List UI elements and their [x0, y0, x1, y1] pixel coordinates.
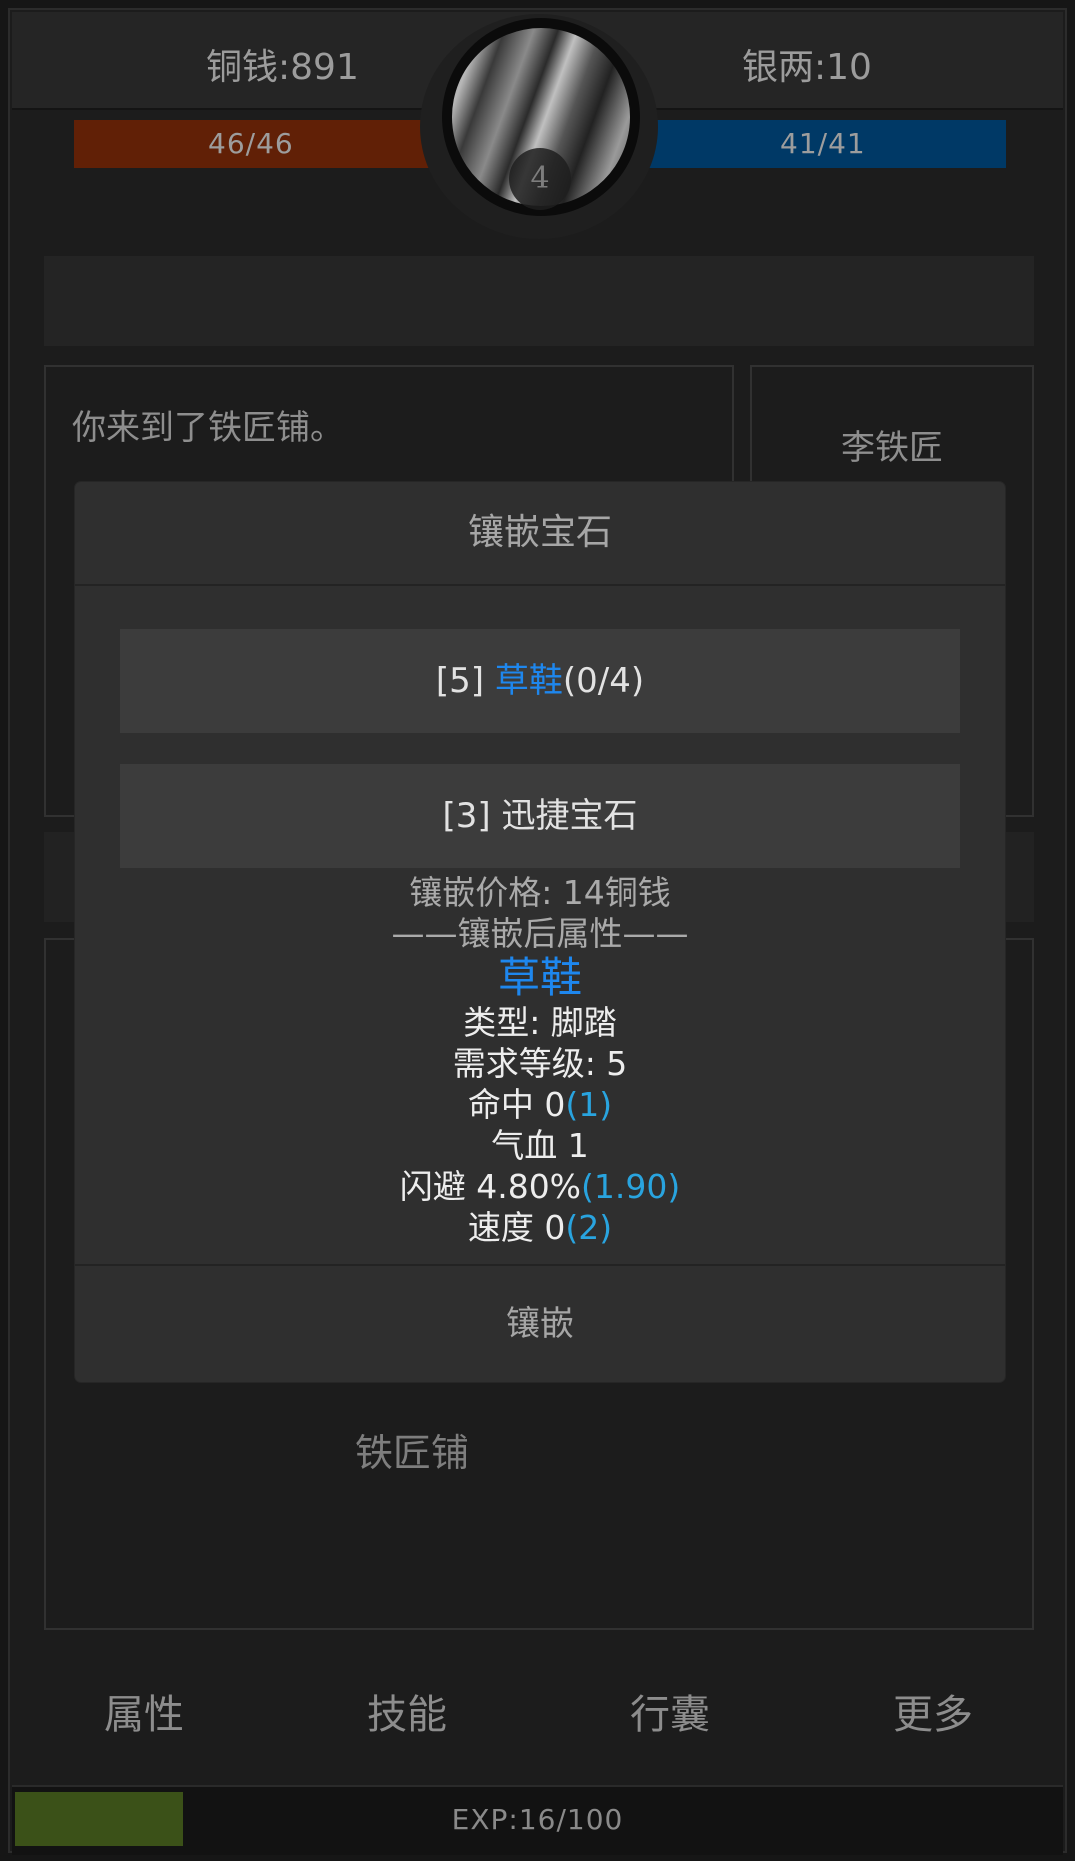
equipment-socket-count: (0/4)	[562, 661, 645, 701]
inlay-gem-dialog: 镶嵌宝石 [5] 草鞋(0/4) [3] 迅捷宝石 镶嵌价格: 14铜钱 ——镶…	[75, 482, 1005, 1382]
exp-label: EXP:16/100	[451, 1803, 624, 1836]
equipment-name: 草鞋	[494, 661, 563, 701]
nav-attributes[interactable]: 属性	[104, 1682, 184, 1740]
inlay-price: 镶嵌价格: 14铜钱	[409, 873, 671, 912]
level-badge: 4	[509, 148, 571, 210]
dialog-title: 镶嵌宝石	[75, 482, 1005, 586]
after-inlay-header: ——镶嵌后属性——	[391, 914, 689, 953]
stat-row: 命中 0(1)	[467, 1085, 613, 1124]
npc-name[interactable]: 李铁匠	[750, 420, 1034, 469]
inlay-details[interactable]: 镶嵌价格: 14铜钱 ——镶嵌后属性—— 草鞋 类型: 脚踏 需求等级: 5 命…	[75, 872, 1005, 1244]
item-title: 草鞋	[497, 953, 582, 1002]
required-level: 需求等级: 5	[452, 1044, 628, 1083]
nav-skills[interactable]: 技能	[367, 1682, 447, 1740]
location-name[interactable]: 铁匠铺	[355, 1422, 469, 1477]
silver-taels: 银两:10	[742, 47, 872, 88]
nav-inventory[interactable]: 行囊	[630, 1682, 710, 1740]
copper-coins: 铜钱:891	[206, 47, 359, 88]
equipment-slot[interactable]: [5] 草鞋(0/4)	[120, 629, 960, 733]
stat-row: 速度 0(2)	[467, 1208, 613, 1244]
gem-slot[interactable]: [3] 迅捷宝石	[120, 764, 960, 868]
info-strip	[44, 256, 1034, 346]
equipment-level: [5]	[435, 661, 495, 701]
message-text: 你来到了铁匠铺。	[72, 408, 344, 448]
mp-label: 41/41	[780, 127, 866, 160]
stat-row: 闪避 4.80%(1.90)	[399, 1167, 681, 1206]
inlay-button[interactable]: 镶嵌	[75, 1266, 1005, 1382]
item-type: 类型: 脚踏	[463, 1003, 617, 1042]
nav-more[interactable]: 更多	[893, 1682, 973, 1740]
hp-label: 46/46	[208, 127, 294, 160]
stat-row: 气血 1	[491, 1126, 589, 1165]
